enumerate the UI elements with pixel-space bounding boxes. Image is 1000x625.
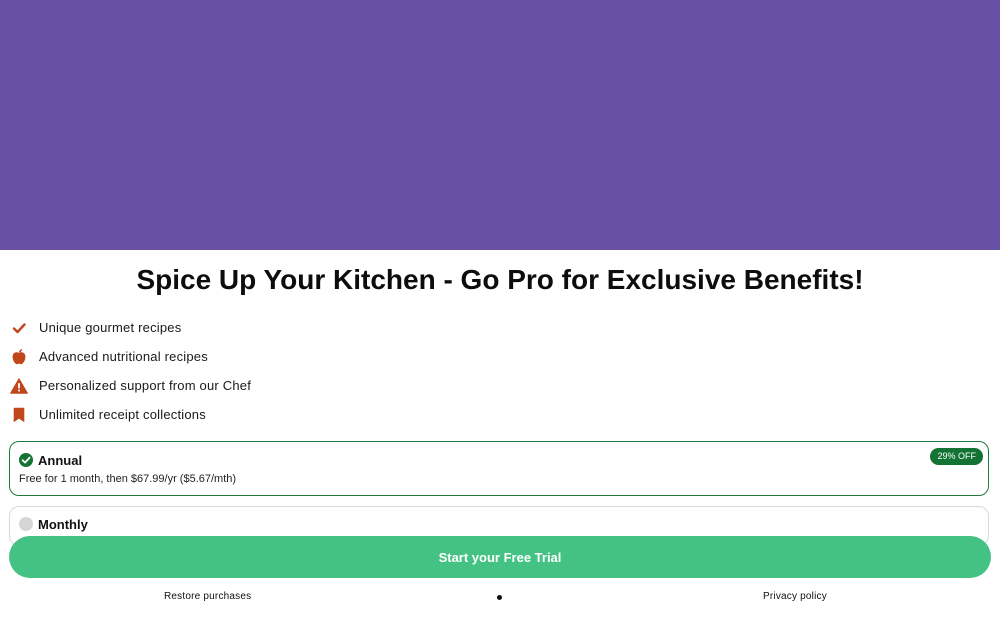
apple-icon (10, 348, 28, 366)
feature-item: Personalized support from our Chef (10, 371, 610, 400)
separator-dot (497, 595, 502, 600)
hero-banner (0, 0, 1000, 250)
radio-unchecked-icon[interactable] (19, 517, 33, 531)
feature-label: Unique gourmet recipes (39, 320, 182, 335)
bookmark-icon (10, 406, 28, 424)
plan-option-annual[interactable]: Annual Free for 1 month, then $67.99/yr … (9, 441, 989, 496)
page-title: Spice Up Your Kitchen - Go Pro for Exclu… (136, 264, 864, 295)
checkmark-icon (10, 319, 28, 337)
start-free-trial-button[interactable]: Start your Free Trial (9, 536, 991, 578)
plan-detail: Free for 1 month, then $67.99/yr ($5.67/… (19, 473, 237, 485)
feature-label: Personalized support from our Chef (39, 378, 252, 393)
radio-checked-icon[interactable] (19, 453, 33, 467)
restore-purchases-link[interactable]: Restore purchases (164, 591, 251, 602)
warning-icon (10, 377, 28, 395)
feature-list: Unique gourmet recipes Advanced nutritio… (10, 313, 610, 429)
feature-item: Unique gourmet recipes (10, 313, 610, 342)
plan-name: Monthly (38, 517, 88, 532)
privacy-policy-link[interactable]: Privacy policy (763, 591, 827, 602)
feature-item: Advanced nutritional recipes (10, 342, 610, 371)
feature-label: Unlimited receipt collections (39, 407, 206, 422)
feature-item: Unlimited receipt collections (10, 400, 610, 429)
discount-badge: 29% OFF (930, 448, 983, 465)
feature-label: Advanced nutritional recipes (39, 349, 208, 364)
plan-name: Annual (38, 453, 83, 468)
